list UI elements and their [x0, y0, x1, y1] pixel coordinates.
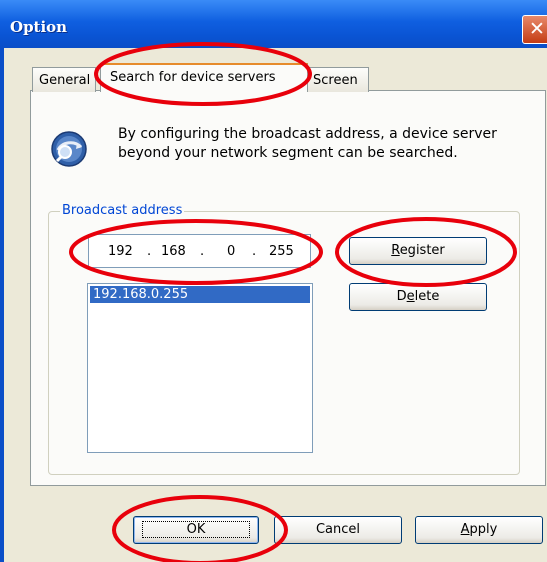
delete-button-label: Delete: [396, 289, 440, 304]
apply-button[interactable]: Apply: [415, 516, 543, 544]
accelerator-key: R: [391, 243, 400, 258]
ip-dot: .: [252, 244, 257, 259]
ip-octet-2[interactable]: 168: [161, 244, 186, 259]
broadcast-ip-input[interactable]: 192 . 168 . 0 . 255: [88, 234, 311, 268]
accelerator-key: A: [460, 522, 470, 537]
close-icon: ✕: [529, 18, 545, 40]
search-globe-icon: [51, 131, 87, 167]
ok-button-label: OK: [141, 521, 251, 538]
title-bar[interactable]: Option ✕: [0, 0, 547, 48]
list-item[interactable]: 192.168.0.255: [90, 286, 310, 303]
apply-button-label: Apply: [460, 522, 498, 537]
broadcast-address-list[interactable]: 192.168.0.255: [87, 283, 313, 453]
cancel-button[interactable]: Cancel: [274, 516, 402, 544]
tab-screen-label: Screen: [313, 73, 358, 88]
register-button-label: Register: [391, 243, 445, 258]
tab-screen[interactable]: Screen: [306, 67, 369, 92]
option-dialog: Option ✕ General Screen Search for devic…: [0, 0, 547, 562]
ip-octet-1[interactable]: 192: [108, 244, 133, 259]
accelerator-key: e: [406, 289, 415, 304]
ip-dot: .: [147, 244, 152, 259]
ip-dot: .: [200, 244, 205, 259]
tab-general-label: General: [39, 73, 91, 88]
register-button[interactable]: Register: [349, 237, 487, 265]
broadcast-address-label: Broadcast address: [60, 203, 185, 218]
ip-octet-3[interactable]: 0: [227, 244, 235, 259]
window-title: Option: [10, 18, 68, 36]
delete-button[interactable]: Delete: [349, 283, 487, 311]
ip-octet-4[interactable]: 255: [269, 244, 294, 259]
tab-search-label: Search for device servers: [110, 70, 276, 85]
cancel-button-label: Cancel: [315, 522, 361, 537]
close-button[interactable]: ✕: [522, 15, 547, 44]
tab-general[interactable]: General: [32, 67, 96, 92]
ok-button[interactable]: OK: [133, 516, 259, 544]
tab-search-for-device-servers[interactable]: Search for device servers: [100, 63, 308, 92]
info-text: By configuring the broadcast address, a …: [118, 126, 497, 161]
